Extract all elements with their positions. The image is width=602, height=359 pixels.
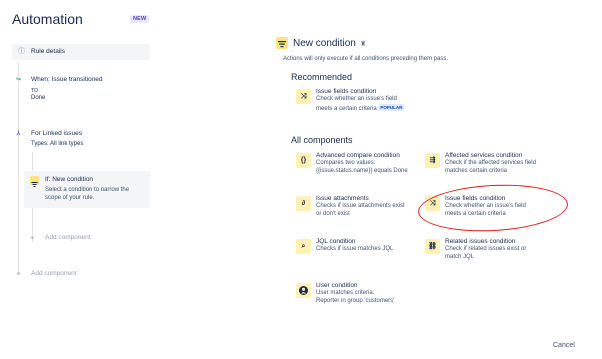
recommended-heading: Recommended xyxy=(291,72,353,82)
user-icon xyxy=(296,283,311,298)
trigger-title[interactable]: When: Issue transitioned xyxy=(31,76,103,84)
branch-title[interactable]: For Linked issues xyxy=(31,130,82,138)
component-desc: {{issue.status.name}} equals Done xyxy=(316,168,408,174)
popular-badge: POPULAR xyxy=(378,104,405,111)
highlight-circle-annotation xyxy=(416,181,570,235)
all-components-heading: All components xyxy=(291,135,353,145)
affected-services-icon: ⇶ xyxy=(425,153,440,168)
filter-icon xyxy=(30,176,39,187)
condition-title: If: New condition xyxy=(45,176,94,183)
component-desc: Checks if issue matches JQL xyxy=(316,246,394,252)
component-desc: matches certain criteria xyxy=(445,168,508,174)
branch-types: Types: All link types xyxy=(31,141,84,147)
advanced-compare-condition[interactable]: {} Advanced compare condition Compares t… xyxy=(296,152,414,182)
page-title: Automation xyxy=(12,11,83,27)
related-issues-condition[interactable]: ⛓ Related issues condition Check if rela… xyxy=(425,238,565,268)
add-component-outer-link[interactable]: Add component xyxy=(31,270,77,277)
component-desc: User matches criteria: xyxy=(316,290,375,296)
filter-icon xyxy=(276,37,288,49)
trigger-to-value: Done xyxy=(31,95,46,101)
component-desc: Compares two values: xyxy=(316,160,376,166)
condition-description-line2: scope of your rule. xyxy=(45,195,95,201)
rule-connector-line xyxy=(18,62,19,272)
cancel-button[interactable]: Cancel xyxy=(553,342,575,349)
component-desc: Check if the affected services field xyxy=(445,160,536,166)
component-desc: meets a certain criteria xyxy=(316,106,377,112)
search-icon: ⌕ xyxy=(296,239,311,254)
user-condition[interactable]: User condition User matches criteria: Re… xyxy=(296,282,426,312)
new-badge: NEW xyxy=(130,15,150,23)
transition-trigger-icon: ↪ xyxy=(15,77,22,83)
affected-services-condition[interactable]: ⇶ Affected services condition Check if t… xyxy=(425,152,565,182)
add-component-dot xyxy=(31,236,34,239)
panel-title: New condition xyxy=(293,38,356,49)
component-title: Related issues condition xyxy=(445,238,516,245)
shuffle-icon: ⤨ xyxy=(296,89,311,104)
component-desc: or don't exist xyxy=(316,211,350,217)
component-desc: match JQL xyxy=(445,254,475,260)
braces-icon: {} xyxy=(296,153,311,168)
add-component-inner-link[interactable]: Add component xyxy=(45,234,91,241)
add-component-dot xyxy=(17,272,20,275)
component-title: JQL condition xyxy=(316,238,356,245)
condition-description-line1: Select a condition to narrow the xyxy=(45,187,130,193)
component-desc: Check whether an issue's field xyxy=(316,96,397,102)
new-condition-card[interactable]: If: New condition Select a condition to … xyxy=(24,171,150,208)
branch-icon: ⅄ xyxy=(16,131,21,137)
recommended-issue-fields-condition[interactable]: ⤨ Issue fields condition Check whether a… xyxy=(296,88,426,118)
link-icon: ⛓ xyxy=(425,239,440,254)
rule-details-item[interactable]: ⓘ Rule details xyxy=(12,44,150,60)
component-title: User condition xyxy=(316,282,358,289)
component-title: Issue attachments xyxy=(316,195,369,202)
component-desc: Check if related issues exist or xyxy=(445,246,527,252)
component-desc: Reporter in group 'customers' xyxy=(316,298,395,304)
paperclip-icon: ∂ xyxy=(296,196,311,211)
component-desc: Checks if issue attachments exist xyxy=(316,203,405,209)
jql-condition[interactable]: ⌕ JQL condition Checks if issue matches … xyxy=(296,238,414,260)
panel-description: Actions will only execute if all conditi… xyxy=(283,56,449,62)
issue-attachments-condition[interactable]: ∂ Issue attachments Checks if issue atta… xyxy=(296,195,414,225)
component-title: Affected services condition xyxy=(445,152,523,159)
remove-icon[interactable]: ♜ xyxy=(360,40,366,48)
rule-details-label: Rule details xyxy=(31,48,65,55)
info-icon: ⓘ xyxy=(18,48,25,55)
component-title: Issue fields condition xyxy=(316,88,377,95)
component-title: Advanced compare condition xyxy=(316,152,400,159)
